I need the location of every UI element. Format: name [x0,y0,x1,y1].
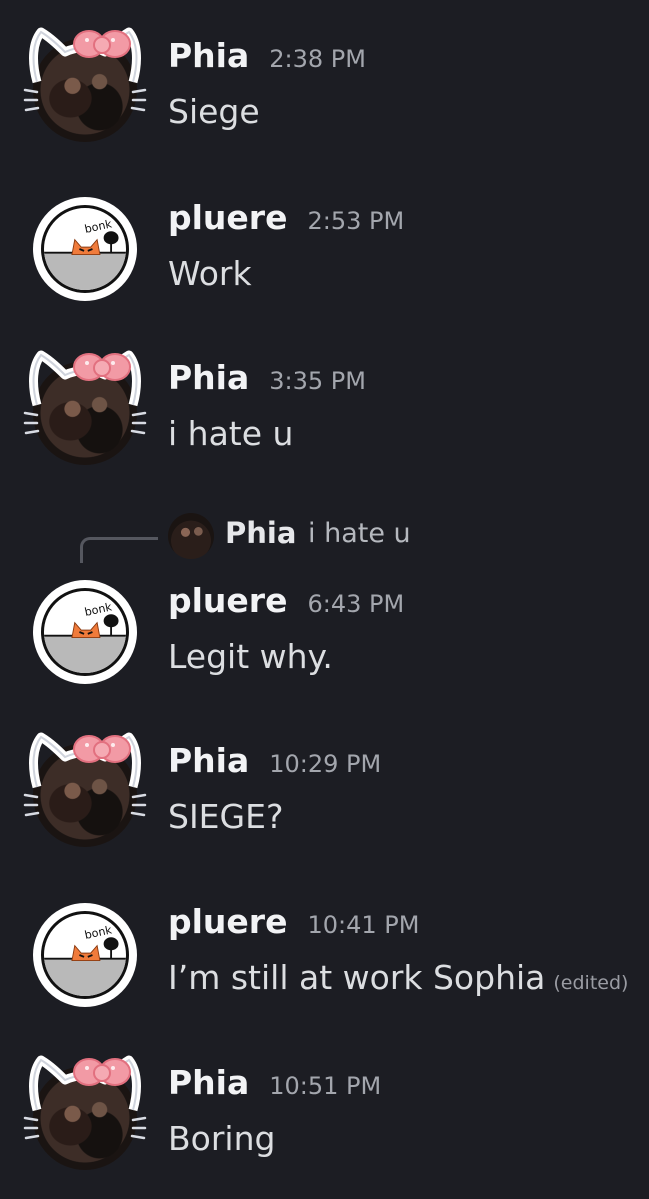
reply-author[interactable]: Phia [225,516,296,550]
reply-connector [80,537,158,563]
chat-log: Phia 2:38 PM Siege pluere 2:53 PM Work Phi… [0,0,649,1199]
bonk-cat-avatar [33,197,137,301]
message-author[interactable]: Phia 2:38 PM [168,36,366,75]
bonk-cat-avatar [33,580,137,684]
avatar[interactable] [33,197,137,301]
avatar[interactable] [33,361,137,465]
bonk-cat-icon [44,591,126,673]
bonk-cat-avatar [33,903,137,1007]
message-text: Work [168,254,252,293]
message-timestamp: 10:51 PM [269,1072,382,1100]
hello-kitty-couple-avatar [33,361,137,465]
edited-label: (edited) [553,972,629,994]
hello-kitty-couple-avatar [33,38,137,142]
bonk-cat-icon [44,914,126,996]
message-author[interactable]: pluere 2:53 PM [168,198,404,237]
message-text: Boring [168,1119,276,1158]
message-timestamp: 2:38 PM [269,45,366,73]
message-text: Siege [168,92,260,131]
message-author[interactable]: pluere 10:41 PM [168,902,419,941]
message-author[interactable]: Phia 10:29 PM [168,741,381,780]
message-timestamp: 3:35 PM [269,367,366,395]
avatar[interactable] [33,1066,137,1170]
message-text: Legit why. [168,637,333,676]
avatar[interactable] [33,743,137,847]
message-timestamp: 2:53 PM [307,207,405,235]
message-author[interactable]: pluere 6:43 PM [168,581,404,620]
reply-preview-text[interactable]: i hate u [308,518,411,549]
message-author[interactable]: Phia 10:51 PM [168,1063,381,1102]
hello-kitty-couple-avatar [33,1066,137,1170]
bonk-cat-icon [44,208,126,290]
message-text: i hate u [168,414,294,453]
hello-kitty-couple-avatar [33,743,137,847]
reply-avatar[interactable] [168,513,214,559]
message-text: I’m still at work Sophia (edited) [168,958,629,997]
message-timestamp: 10:29 PM [269,750,382,778]
avatar[interactable] [33,580,137,684]
avatar[interactable] [33,903,137,1007]
message-text: SIEGE? [168,797,284,836]
message-author[interactable]: Phia 3:35 PM [168,358,366,397]
avatar[interactable] [33,38,137,142]
message-timestamp: 10:41 PM [307,911,420,939]
message-timestamp: 6:43 PM [307,590,405,618]
